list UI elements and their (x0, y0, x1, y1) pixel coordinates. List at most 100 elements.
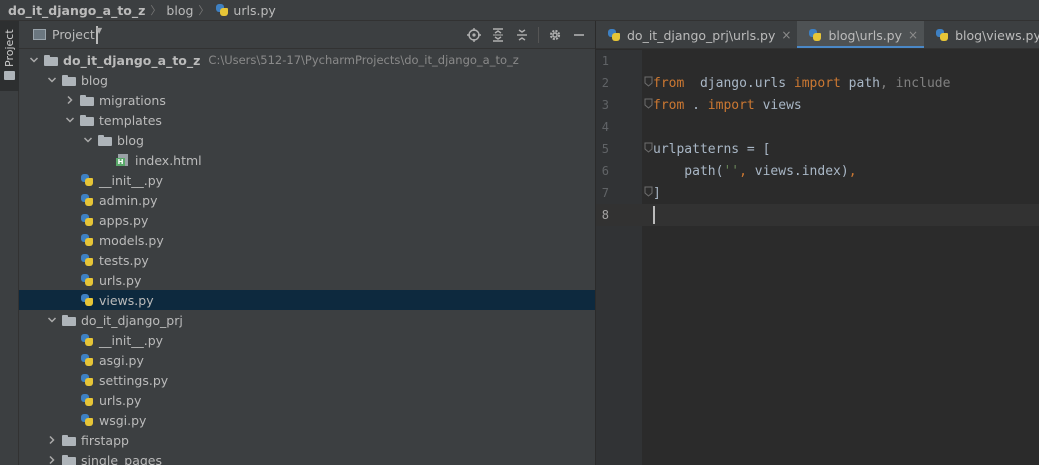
tree-item[interactable]: blog (19, 70, 595, 90)
code-token: import (707, 97, 755, 113)
chevron-right-icon: 〉 (150, 4, 162, 17)
code-line: 8 (596, 204, 1039, 226)
tree-item[interactable]: __init__.py (19, 330, 595, 350)
python-file-icon (79, 332, 95, 348)
tree-item[interactable]: do_it_django_a_to_z C:\Users\512-17\Pycha… (19, 50, 595, 70)
code-text: from django.urls import path, include (653, 76, 950, 91)
tree-item-label: single_pages (81, 452, 162, 465)
code-text: from . import views (653, 98, 802, 113)
tree-item-label: blog (117, 132, 144, 148)
tree-item-label: index.html (135, 152, 202, 168)
chevron-down-icon[interactable] (81, 130, 95, 150)
breadcrumb-item[interactable]: blog (166, 3, 193, 18)
tree-item[interactable]: firstapp (19, 430, 595, 450)
code-line: 5 urlpatterns = [ (596, 138, 1039, 160)
locate-icon[interactable] (462, 25, 486, 45)
tree-item[interactable]: views.py (19, 290, 595, 310)
chevron-down-icon[interactable] (45, 70, 59, 90)
fold-marker-icon[interactable] (644, 186, 653, 200)
editor-tab-label: blog\urls.py (828, 27, 903, 43)
python-file-icon (79, 412, 95, 428)
fold-marker-icon[interactable] (644, 98, 653, 112)
code-line: 1 (596, 50, 1039, 72)
editor-tabs: do_it_django_prj\urls.py × blog\urls.py × bl… (596, 21, 1039, 49)
tree-item[interactable]: blog (19, 130, 595, 150)
code-token: . (684, 97, 708, 113)
tree-item[interactable]: settings.py (19, 370, 595, 390)
tree-item[interactable]: models.py (19, 230, 595, 250)
fold-marker-icon[interactable] (644, 142, 653, 156)
code-token: views.index) (746, 163, 849, 179)
python-file-icon (79, 272, 95, 288)
line-number: 2 (601, 76, 609, 90)
project-icon (33, 29, 46, 40)
package-marker (66, 80, 71, 84)
collapse-all-icon[interactable] (510, 25, 534, 45)
tree-item-label: urls.py (99, 392, 142, 408)
tree-item[interactable]: urls.py (19, 390, 595, 410)
tree-item[interactable]: urls.py (19, 270, 595, 290)
html-file-icon (115, 152, 131, 168)
line-number: 5 (601, 142, 609, 156)
hide-icon[interactable] (567, 25, 591, 45)
code-token: , (739, 163, 747, 179)
tree-item[interactable]: migrations (19, 90, 595, 110)
folder-icon (61, 452, 77, 465)
tree-item[interactable]: apps.py (19, 210, 595, 230)
editor-tab[interactable]: blog\urls.py × (797, 21, 925, 48)
code-editor[interactable]: 1 2 from django.urls import path, include 3… (596, 50, 1039, 465)
chevron-right-icon[interactable] (45, 450, 59, 465)
tree-item[interactable]: __init__.py (19, 170, 595, 190)
close-icon[interactable]: × (781, 28, 791, 42)
tree-item-label: templates (99, 112, 162, 128)
tree-item-label: migrations (99, 92, 166, 108)
code-text: urlpatterns = [ (653, 142, 770, 157)
tree-item[interactable]: asgi.py (19, 350, 595, 370)
code-line: 2 from django.urls import path, include (596, 72, 1039, 94)
fold-marker-icon[interactable] (644, 76, 653, 90)
tree-item[interactable]: wsgi.py (19, 410, 595, 430)
breadcrumb-item[interactable]: do_it_django_a_to_z (8, 3, 145, 18)
code-token: include (887, 75, 951, 91)
project-panel-toolbar (462, 25, 591, 45)
python-file-icon (214, 2, 230, 18)
chevron-down-icon[interactable] (63, 110, 77, 130)
code-token: urlpatterns = [ (653, 141, 771, 157)
breadcrumb-item[interactable]: urls.py (233, 3, 275, 18)
package-marker (66, 460, 71, 464)
dropdown-arrow-icon: ▼ (96, 25, 102, 44)
python-file-icon (79, 292, 95, 308)
package-marker (66, 440, 71, 444)
project-view-selector[interactable]: Project ▼ (33, 25, 102, 44)
chevron-down-icon[interactable] (27, 50, 41, 70)
project-tool-window-tab[interactable]: Project (0, 21, 19, 91)
editor-tab[interactable]: blog\views.py× (924, 21, 1039, 48)
tree-item[interactable]: single_pages (19, 450, 595, 465)
editor-tab[interactable]: do_it_django_prj\urls.py × (596, 21, 797, 48)
chevron-right-icon[interactable] (63, 90, 77, 110)
close-icon[interactable]: × (908, 28, 918, 42)
tree-item-label: __init__.py (99, 172, 164, 188)
project-tab-label: Project (3, 29, 16, 67)
tree-item[interactable]: index.html (19, 150, 595, 170)
python-file-icon (79, 352, 95, 368)
project-path: C:\Users\512-17\PycharmProjects\do_it_dj… (208, 53, 519, 67)
tree-item[interactable]: tests.py (19, 250, 595, 270)
code-token: '' (723, 163, 740, 179)
folder-icon (61, 72, 77, 88)
line-number: 1 (601, 54, 609, 68)
folder-icon (43, 52, 59, 68)
gear-icon[interactable] (543, 25, 567, 45)
chevron-down-icon[interactable] (45, 310, 59, 330)
tree-item[interactable]: templates (19, 110, 595, 130)
tree-item[interactable]: do_it_django_prj (19, 310, 595, 330)
tree-item[interactable]: admin.py (19, 190, 595, 210)
python-file-icon (79, 392, 95, 408)
code-token: from (653, 75, 685, 91)
python-file-icon (79, 172, 95, 188)
chevron-right-icon[interactable] (45, 430, 59, 450)
python-file-icon (79, 232, 95, 248)
code-token: path( (653, 163, 724, 179)
expand-all-icon[interactable] (486, 25, 510, 45)
code-text: path('', views.index), (653, 163, 856, 179)
